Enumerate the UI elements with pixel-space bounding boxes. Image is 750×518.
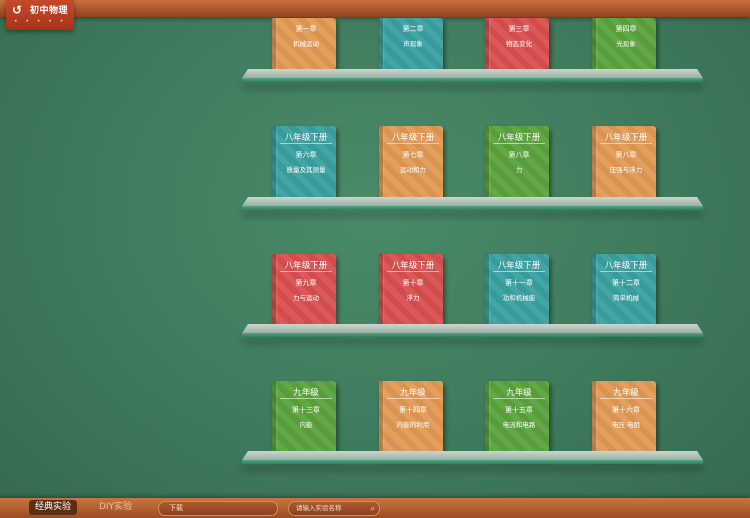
shelf-top — [242, 451, 703, 460]
book[interactable]: 八年级下册 第十章 浮力 — [379, 254, 443, 332]
book-chapter: 第四章 — [615, 25, 637, 33]
book-chapter: 第九章 — [295, 279, 317, 287]
book-topic: 力与运动 — [293, 294, 319, 302]
book-topic: 简单机械 — [613, 294, 639, 302]
book-chapter: 第七章 — [402, 151, 424, 159]
book-chapter: 第十一章 — [505, 279, 533, 287]
book-topic: 光现象 — [616, 40, 636, 48]
book-topic: 力 — [515, 166, 523, 174]
bookshelf — [242, 69, 703, 83]
book[interactable]: 八年级下册 第七章 运动和力 — [379, 126, 443, 204]
book-chapter: 第六章 — [295, 151, 317, 159]
book[interactable]: 九年级 第十五章 电流和电路 — [485, 381, 549, 459]
book-divider — [493, 398, 545, 399]
book[interactable]: 九年级 第十三章 内能 — [272, 381, 336, 459]
book-grade: 八年级下册 — [604, 133, 648, 143]
bookshelf — [242, 197, 703, 211]
bookshelf — [242, 324, 703, 338]
book[interactable]: 八年级下册 第八章 压强与浮力 — [592, 126, 656, 204]
book[interactable]: 第三章 物态变化 — [485, 18, 549, 70]
shelf-front — [242, 78, 703, 82]
book-grade: 九年级 — [293, 388, 319, 398]
book-topic: 运动和力 — [400, 166, 426, 174]
book[interactable]: 八年级下册 第六章 质量及其测量 — [272, 126, 336, 204]
book-grade: 九年级 — [613, 388, 639, 398]
magnet-icon: ↺ — [12, 3, 23, 17]
app-title: 初中物理 — [30, 6, 69, 16]
book-topic: 电压 电阻 — [611, 421, 641, 429]
book-chapter: 第一章 — [295, 25, 317, 33]
shelf-front — [242, 333, 703, 337]
book-divider — [600, 271, 652, 272]
book-grade: 八年级下册 — [497, 133, 541, 143]
book-chapter: 第十二章 — [612, 279, 640, 287]
book-grade: 九年级 — [506, 388, 532, 398]
book-grade: 八年级下册 — [391, 133, 435, 143]
book-divider — [493, 143, 545, 144]
book-topic: 内能的利用 — [396, 421, 430, 429]
book[interactable]: 八年级下册 第十二章 简单机械 — [592, 254, 656, 332]
book-divider — [387, 398, 439, 399]
book-grade: 八年级下册 — [604, 261, 648, 271]
book[interactable]: 八年级下册 第九章 力与运动 — [272, 254, 336, 332]
book-grade: 九年级 — [400, 388, 426, 398]
book-grade: 八年级下册 — [391, 261, 435, 271]
book[interactable]: 九年级 第十六章 电压 电阻 — [592, 381, 656, 459]
shelf-top — [242, 69, 703, 78]
book-divider — [387, 143, 439, 144]
book-divider — [387, 271, 439, 272]
book-topic: 电流和电路 — [502, 421, 536, 429]
download-dropdown[interactable]: 下载 — [158, 501, 278, 516]
book-chapter: 第十三章 — [292, 406, 320, 414]
shelf-front — [242, 206, 703, 210]
book-topic: 机械运动 — [293, 40, 319, 48]
book[interactable]: 第二章 声现象 — [379, 18, 443, 70]
book-grade: 八年级下册 — [284, 261, 328, 271]
tab-diy-experiments[interactable]: DIY实验 — [93, 500, 138, 515]
book-topic: 浮力 — [406, 294, 420, 302]
book-chapter: 第八章 — [508, 151, 530, 159]
book-chapter: 第十六章 — [612, 406, 640, 414]
book-topic: 压强与浮力 — [609, 166, 643, 174]
book-chapter: 第十五章 — [505, 406, 533, 414]
logo-subtext: • • • • • — [14, 18, 67, 25]
book[interactable]: 第四章 光现象 — [592, 18, 656, 70]
book[interactable]: 八年级下册 第八章 力 — [485, 126, 549, 204]
bookshelf — [242, 451, 703, 465]
book-topic: 功和机械能 — [502, 294, 536, 302]
book-grade: 八年级下册 — [497, 261, 541, 271]
book-topic: 质量及其测量 — [286, 166, 326, 174]
book-topic: 内能 — [299, 421, 313, 429]
book-topic: 声现象 — [403, 40, 423, 48]
book-chapter: 第十四章 — [399, 406, 427, 414]
tab-classic-experiments[interactable]: 经典实验 — [29, 500, 78, 515]
book-chapter: 第二章 — [402, 25, 424, 33]
book[interactable]: 九年级 第十四章 内能的利用 — [379, 381, 443, 459]
search-icon[interactable]: ⌕ — [371, 502, 375, 515]
top-bar — [0, 0, 750, 17]
book[interactable]: 第一章 机械运动 — [272, 18, 336, 70]
book-topic: 物态变化 — [506, 40, 532, 48]
dropdown-label: 下载 — [169, 504, 183, 512]
shelf-top — [242, 324, 703, 333]
shelf-front — [242, 460, 703, 464]
book-chapter: 第三章 — [508, 25, 530, 33]
search-input[interactable]: 请输入实验名称 ⌕ — [288, 501, 380, 516]
book-divider — [493, 271, 545, 272]
book-divider — [600, 398, 652, 399]
book-divider — [280, 143, 332, 144]
search-placeholder: 请输入实验名称 — [296, 504, 342, 512]
bottom-bar: 经典实验 DIY实验 下载 请输入实验名称 ⌕ — [0, 498, 750, 518]
book-grade: 八年级下册 — [284, 133, 328, 143]
book-divider — [280, 271, 332, 272]
shelf-top — [242, 197, 703, 206]
book-divider — [600, 143, 652, 144]
book-divider — [280, 398, 332, 399]
book-chapter: 第十章 — [402, 279, 424, 287]
app-logo[interactable]: ↺ 初中物理 • • • • • — [6, 0, 74, 30]
book[interactable]: 八年级下册 第十一章 功和机械能 — [485, 254, 549, 332]
book-chapter: 第八章 — [615, 151, 637, 159]
